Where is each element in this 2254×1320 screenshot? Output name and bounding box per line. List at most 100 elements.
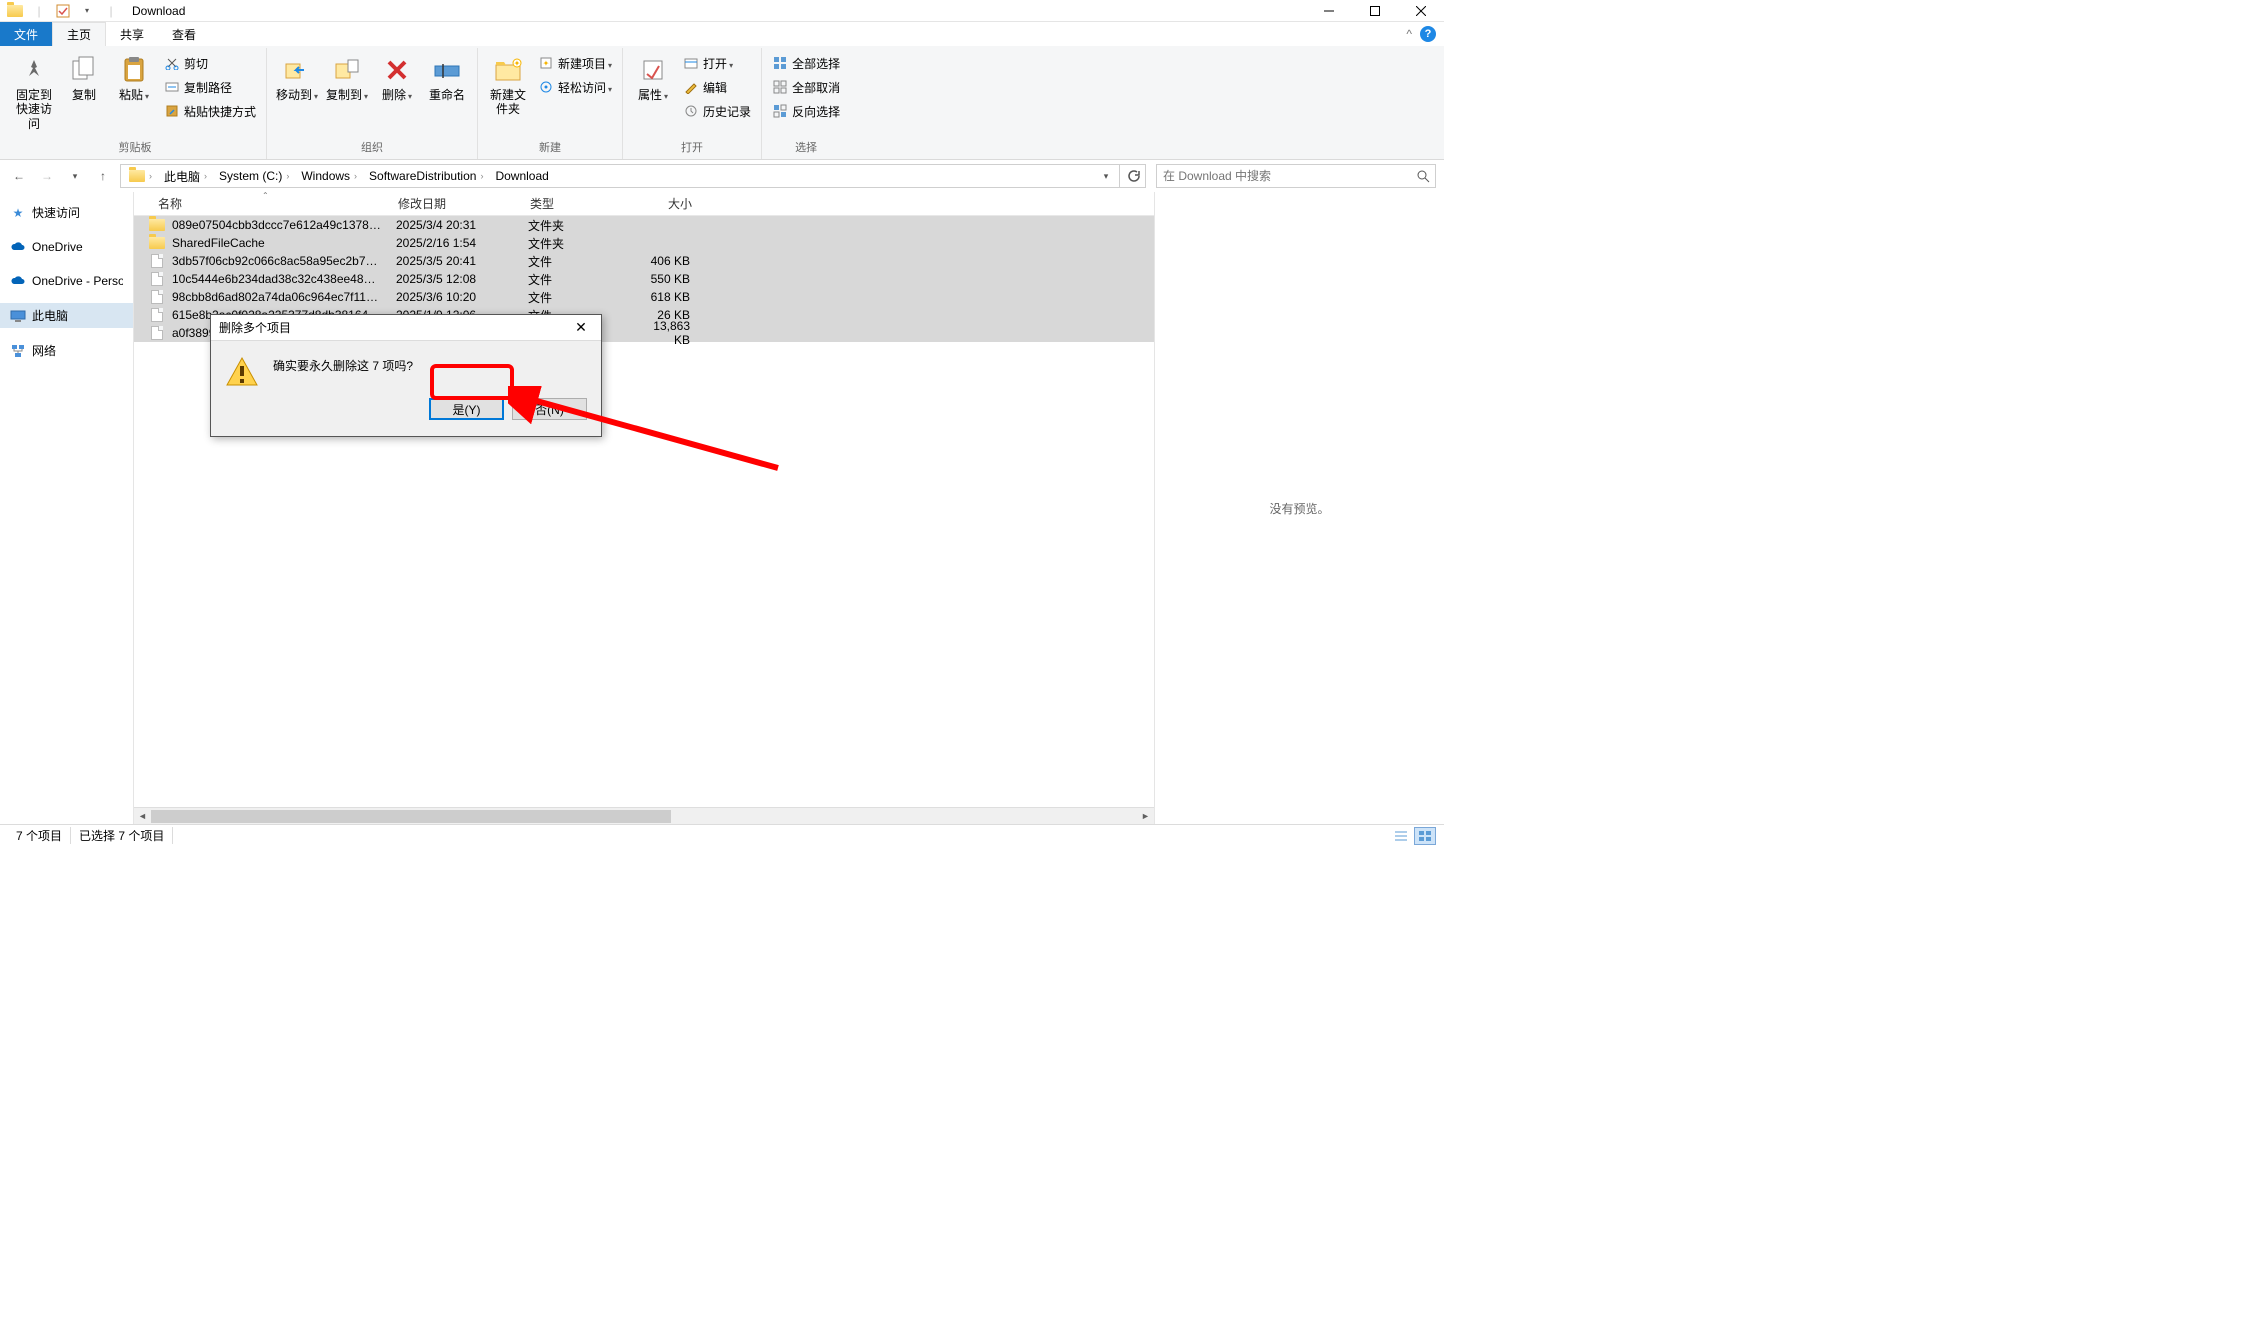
move-to-icon (281, 54, 313, 86)
dialog-no-button[interactable]: 否(N) (512, 398, 587, 420)
paste-button[interactable]: 粘贴 (110, 52, 158, 104)
file-name: 98cbb8d6ad802a74da06c964ec7f116f2b88... (166, 290, 388, 304)
dialog-titlebar[interactable]: 删除多个项目 ✕ (211, 315, 601, 341)
edit-button[interactable]: 编辑 (679, 76, 755, 98)
breadcrumb-root-icon[interactable]: › (123, 165, 158, 187)
nav-network[interactable]: 网络 (0, 338, 133, 363)
cut-button[interactable]: 剪切 (160, 52, 260, 74)
file-type: 文件夹 (520, 217, 626, 234)
history-button[interactable]: 历史记录 (679, 100, 755, 122)
new-item-icon: ✦ (538, 55, 554, 71)
search-icon[interactable] (1411, 169, 1435, 183)
tab-view[interactable]: 查看 (158, 22, 210, 46)
table-row[interactable]: 98cbb8d6ad802a74da06c964ec7f116f2b88...2… (134, 288, 1154, 306)
file-date: 2025/3/4 20:31 (388, 218, 520, 232)
nav-onedrive[interactable]: OneDrive (0, 235, 133, 259)
view-details-button[interactable] (1390, 827, 1412, 845)
up-button[interactable]: ↑ (92, 165, 114, 187)
status-bar: 7 个项目 已选择 7 个项目 (0, 824, 1444, 846)
breadcrumb-download[interactable]: Download (489, 165, 554, 187)
ribbon-tabs: 文件 主页 共享 查看 ^ ? (0, 22, 1444, 46)
status-item-count: 7 个项目 (8, 827, 71, 844)
group-label-organize: 组织 (361, 137, 383, 159)
breadcrumb-thispc[interactable]: 此电脑› (158, 165, 213, 187)
column-header-type[interactable]: 类型 (522, 195, 628, 212)
copy-button[interactable]: 复制 (60, 52, 108, 104)
delete-button[interactable]: 删除 (373, 52, 421, 104)
rename-icon (431, 54, 463, 86)
dialog-yes-button[interactable]: 是(Y) (429, 398, 504, 420)
rename-button[interactable]: 重命名 (423, 52, 471, 104)
window-title: Download (126, 4, 185, 18)
paste-shortcut-button[interactable]: 粘贴快捷方式 (160, 100, 260, 122)
tab-share[interactable]: 共享 (106, 22, 158, 46)
nav-quick-access[interactable]: ★快速访问 (0, 200, 133, 225)
breadcrumb-windows[interactable]: Windows› (295, 165, 363, 187)
tab-home[interactable]: 主页 (52, 22, 106, 46)
view-large-icons-button[interactable] (1414, 827, 1436, 845)
address-dropdown-icon[interactable]: ▾ (1095, 171, 1117, 182)
recent-locations-button[interactable]: ▾ (64, 165, 86, 187)
pin-to-quick-access-button[interactable]: 固定到快速访问 (10, 52, 58, 133)
move-to-button[interactable]: 移动到 (273, 52, 321, 104)
scroll-left-button[interactable]: ◄ (134, 808, 151, 825)
scroll-right-button[interactable]: ► (1137, 808, 1154, 825)
table-row[interactable]: SharedFileCache2025/2/16 1:54文件夹 (134, 234, 1154, 252)
scroll-thumb[interactable] (151, 810, 671, 823)
status-selected-count: 已选择 7 个项目 (71, 827, 173, 844)
copy-to-button[interactable]: 复制到 (323, 52, 371, 104)
table-row[interactable]: 089e07504cbb3dccc7e612a49c1378d92025/3/4… (134, 216, 1154, 234)
qat-properties-icon[interactable] (52, 1, 74, 21)
select-all-button[interactable]: 全部选择 (768, 52, 844, 74)
qat-separator: | (100, 1, 122, 21)
refresh-button[interactable] (1120, 164, 1146, 188)
ribbon-collapse-icon[interactable]: ^ (1406, 27, 1412, 41)
copy-to-icon (331, 54, 363, 86)
invert-selection-button[interactable]: 反向选择 (768, 100, 844, 122)
column-header-name[interactable]: 名称 (150, 195, 390, 212)
pin-icon (18, 54, 50, 86)
file-type: 文件夹 (520, 235, 626, 252)
new-item-button[interactable]: ✦新建项目 (534, 52, 616, 74)
easy-access-button[interactable]: 轻松访问 (534, 76, 616, 98)
ribbon: 固定到快速访问 复制 粘贴 剪切 复制路径 粘贴快捷方式 剪贴板 移动到 (0, 46, 1444, 160)
breadcrumb-drive[interactable]: System (C:)› (213, 165, 295, 187)
properties-button[interactable]: 属性 (629, 52, 677, 104)
column-header-size[interactable]: 大小 (628, 195, 700, 212)
forward-button[interactable]: → (36, 165, 58, 187)
help-icon[interactable]: ? (1420, 26, 1436, 42)
paste-icon (118, 54, 150, 86)
breadcrumb-softwaredistribution[interactable]: SoftwareDistribution› (363, 165, 489, 187)
nav-row: ← → ▾ ↑ › 此电脑› System (C:)› Windows› Sof… (0, 160, 1444, 192)
nav-onedrive-personal[interactable]: OneDrive - Persona (0, 269, 133, 293)
file-list[interactable]: 089e07504cbb3dccc7e612a49c1378d92025/3/4… (134, 216, 1154, 807)
search-box[interactable] (1156, 164, 1436, 188)
copy-path-button[interactable]: 复制路径 (160, 76, 260, 98)
table-row[interactable]: 10c5444e6b234dad38c32c438ee4864595f9...2… (134, 270, 1154, 288)
scroll-track[interactable] (151, 808, 1137, 824)
address-bar[interactable]: › 此电脑› System (C:)› Windows› SoftwareDis… (120, 164, 1120, 188)
main-area: ★快速访问 OneDrive OneDrive - Persona 此电脑 网络… (0, 192, 1444, 824)
folder-icon (4, 1, 26, 21)
file-size: 618 KB (626, 290, 698, 304)
horizontal-scrollbar[interactable]: ◄ ► (134, 807, 1154, 824)
tab-file[interactable]: 文件 (0, 22, 52, 46)
column-header-date[interactable]: 修改日期 (390, 195, 522, 212)
open-button[interactable]: 打开 (679, 52, 755, 74)
back-button[interactable]: ← (8, 165, 30, 187)
network-icon (10, 343, 26, 359)
search-input[interactable] (1157, 169, 1411, 183)
nav-this-pc[interactable]: 此电脑 (0, 303, 133, 328)
qat-dropdown-icon[interactable]: ▾ (76, 1, 98, 21)
maximize-button[interactable] (1352, 0, 1398, 22)
select-none-button[interactable]: 全部取消 (768, 76, 844, 98)
new-folder-button[interactable]: ✦ 新建文件夹 (484, 52, 532, 119)
close-button[interactable] (1398, 0, 1444, 22)
minimize-button[interactable] (1306, 0, 1352, 22)
properties-icon (637, 54, 669, 86)
file-icon (148, 253, 166, 269)
column-headers: ⌃ 名称 修改日期 类型 大小 (134, 192, 1154, 216)
dialog-close-button[interactable]: ✕ (569, 319, 593, 336)
quick-access-toolbar: | ▾ | (0, 1, 126, 21)
table-row[interactable]: 3db57f06cb92c066c8ac58a95ec2b729f9238...… (134, 252, 1154, 270)
